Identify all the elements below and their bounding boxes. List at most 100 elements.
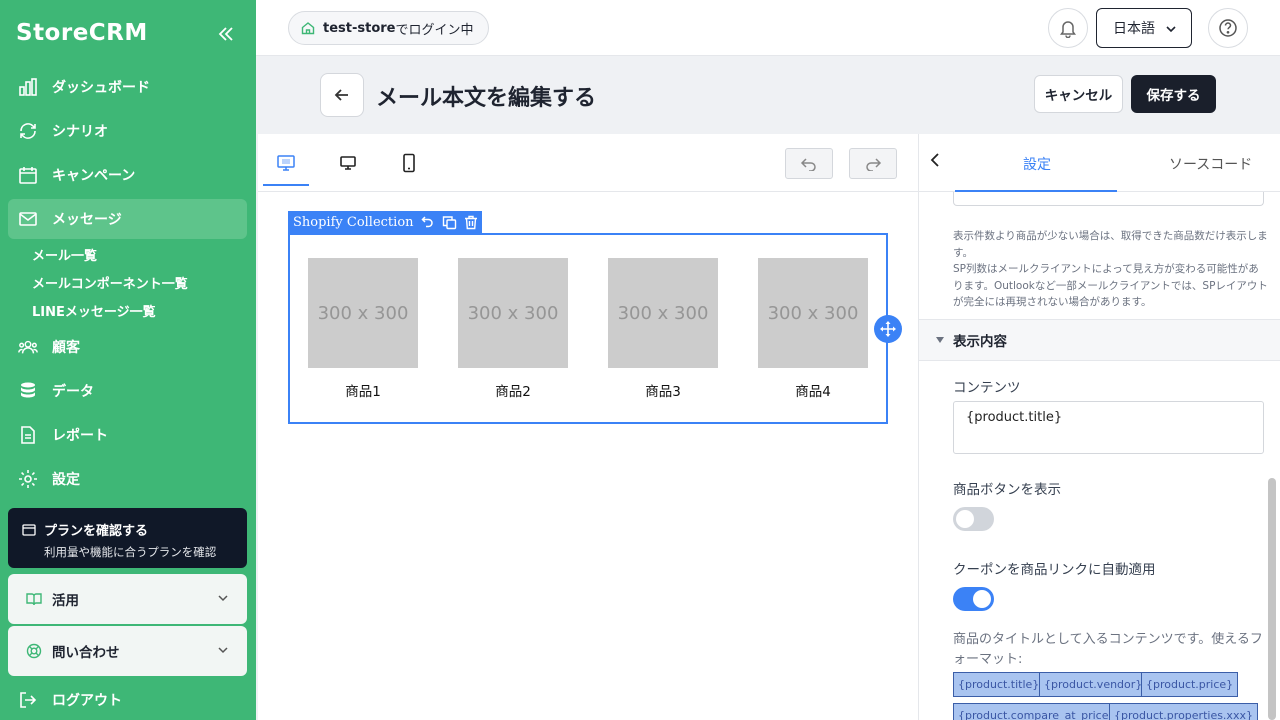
sidebar-item-label: シナリオ — [52, 124, 108, 140]
product-card[interactable]: 300 x 300 商品2 — [458, 258, 568, 400]
format-chip[interactable]: {product.title} — [953, 672, 1045, 697]
sidebar-item-settings[interactable]: 設定 — [8, 459, 247, 499]
page-title: メール本文を編集する — [376, 86, 597, 111]
sidebar-item-campaign[interactable]: キャンペーン — [8, 155, 247, 195]
format-chip[interactable]: {product.price} — [1141, 672, 1239, 697]
sidebar-item-report[interactable]: レポート — [8, 415, 247, 455]
block-name: Shopify Collection — [293, 214, 414, 230]
tab-settings[interactable]: 設定 — [1023, 154, 1051, 174]
caret-down-icon — [935, 336, 945, 344]
redo-button[interactable] — [849, 148, 897, 179]
gear-icon — [18, 469, 38, 489]
view-tab-indicator — [263, 184, 309, 186]
product-card[interactable]: 300 x 300 商品1 — [308, 258, 418, 400]
format-chip[interactable]: {product.vendor} — [1039, 672, 1148, 697]
mobile-view-icon[interactable] — [398, 152, 420, 174]
content-label: コンテンツ — [953, 380, 1021, 396]
undo-icon — [800, 157, 816, 171]
undo-icon[interactable] — [420, 215, 435, 229]
sidebar-item-label: 顧客 — [52, 340, 80, 356]
move-handle-icon[interactable] — [874, 315, 902, 343]
product-image-placeholder: 300 x 300 — [458, 258, 568, 368]
settings-panel: 表示件数より商品が少ない場合は、取得できた商品数だけ表示します。 SP列数はメー… — [919, 134, 1280, 720]
format-chip[interactable]: {product.properties.xxx} — [1109, 703, 1258, 720]
sidebar-item-scenario[interactable]: シナリオ — [8, 111, 247, 151]
show-button-label: 商品ボタンを表示 — [953, 482, 1061, 498]
sidebar: StoreCRM ダッシュボード シナリオ キャンペーン メッセージ メール一覧… — [0, 0, 256, 720]
sidebar-item-message[interactable]: メッセージ — [8, 199, 247, 239]
panel-tabs: 設定 ソースコード — [919, 134, 1280, 192]
store-chip[interactable]: test-store でログイン中 — [288, 11, 489, 45]
subnav-line-messages[interactable]: LINEメッセージ一覧 — [32, 301, 156, 320]
coupon-toggle[interactable] — [953, 587, 994, 611]
chevron-down-icon — [217, 592, 229, 608]
chevron-down-icon — [217, 644, 229, 660]
book-icon — [26, 591, 42, 607]
logout-label: ログアウト — [52, 693, 122, 709]
accordion-usage[interactable]: 活用 — [8, 574, 247, 624]
save-button[interactable]: 保存する — [1131, 75, 1216, 113]
language-select[interactable]: 日本語 — [1096, 8, 1192, 48]
back-button[interactable] — [320, 73, 364, 117]
store-login-status: でログイン中 — [395, 22, 474, 38]
product-image-placeholder: 300 x 300 — [308, 258, 418, 368]
panel-note: 表示件数より商品が少ない場合は、取得できた商品数だけ表示します。 SP列数はメー… — [953, 228, 1269, 311]
sidebar-item-customers[interactable]: 顧客 — [8, 327, 247, 367]
logout-button[interactable]: ログアウト — [8, 680, 247, 720]
accordion-contact[interactable]: 問い合わせ — [8, 626, 247, 676]
product-name: 商品2 — [495, 384, 531, 400]
chevron-left-icon[interactable] — [929, 152, 941, 172]
collapse-sidebar-icon[interactable] — [214, 22, 238, 46]
accordion-label: 活用 — [52, 593, 79, 609]
coupon-label: クーポンを商品リンクに自動適用 — [953, 562, 1156, 578]
responsive-view-icon[interactable] — [275, 152, 297, 174]
editor-toolbar — [258, 134, 919, 192]
format-chip[interactable]: {product.compare_at_price} — [953, 703, 1121, 720]
mail-icon — [18, 209, 38, 229]
tab-source-code[interactable]: ソースコード — [1169, 154, 1252, 174]
content-textarea[interactable]: {product.title} — [953, 401, 1264, 454]
cancel-button[interactable]: キャンセル — [1034, 75, 1123, 113]
sidebar-item-label: ダッシュボード — [52, 80, 150, 96]
product-image-placeholder: 300 x 300 — [758, 258, 868, 368]
trash-icon[interactable] — [464, 215, 478, 230]
topbar: test-store でログイン中 日本語 — [256, 0, 1280, 56]
sidebar-item-label: データ — [52, 384, 94, 400]
chevron-down-icon — [1165, 23, 1177, 39]
copy-icon[interactable] — [442, 215, 457, 230]
lifebuoy-icon — [26, 643, 42, 659]
section-display-content[interactable]: 表示内容 — [919, 319, 1280, 361]
product-card[interactable]: 300 x 300 商品4 — [758, 258, 868, 400]
app-logo: StoreCRM — [16, 20, 148, 46]
language-value: 日本語 — [1113, 21, 1155, 37]
credit-card-icon — [22, 523, 36, 536]
calendar-icon — [18, 165, 38, 185]
sidebar-item-dashboard[interactable]: ダッシュボード — [8, 67, 247, 107]
product-card[interactable]: 300 x 300 商品3 — [608, 258, 718, 400]
desktop-view-icon[interactable] — [337, 152, 359, 174]
arrow-left-icon — [334, 89, 348, 101]
store-name: test-store — [323, 20, 396, 36]
subnav-mail-components[interactable]: メールコンポーネント一覧 — [32, 273, 188, 292]
sidebar-item-data[interactable]: データ — [8, 371, 247, 411]
block-toolbar: Shopify Collection — [288, 211, 482, 233]
show-button-toggle[interactable] — [953, 507, 994, 531]
plan-card[interactable]: プランを確認する 利用量や機能に合うプランを確認 — [8, 508, 247, 568]
home-icon — [301, 21, 315, 35]
redo-icon — [866, 157, 882, 171]
product-name: 商品4 — [795, 384, 831, 400]
format-description: 商品のタイトルとして入るコンテンツです。使えるフォーマット: — [953, 632, 1263, 667]
document-icon — [18, 425, 38, 445]
undo-button[interactable] — [785, 148, 833, 179]
product-image-placeholder: 300 x 300 — [608, 258, 718, 368]
subnav-mail-list[interactable]: メール一覧 — [32, 245, 97, 264]
plan-title: プランを確認する — [44, 524, 149, 539]
users-icon — [18, 337, 38, 357]
notifications-button[interactable] — [1048, 8, 1088, 48]
accordion-label: 問い合わせ — [52, 645, 120, 661]
tab-indicator — [955, 190, 1117, 192]
question-icon — [1219, 19, 1237, 37]
help-button[interactable] — [1208, 8, 1248, 48]
product-name: 商品1 — [345, 384, 381, 400]
panel-scrollbar[interactable] — [1268, 478, 1276, 720]
